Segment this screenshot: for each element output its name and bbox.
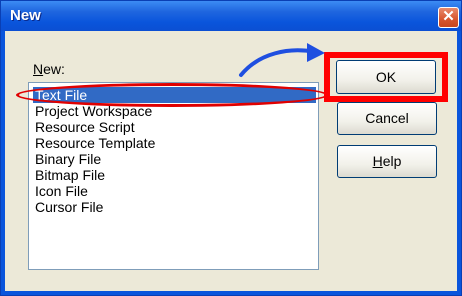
new-list-label-mnemonic: N xyxy=(33,61,44,77)
list-item-cursor-file[interactable]: Cursor File xyxy=(35,199,103,215)
window-frame-right xyxy=(457,31,461,295)
list-item-binary-file[interactable]: Binary File xyxy=(35,151,101,167)
cancel-button[interactable]: Cancel xyxy=(337,102,437,135)
help-button-rest: elp xyxy=(382,153,402,169)
help-button[interactable]: Help xyxy=(337,145,437,178)
close-icon: ✕ xyxy=(442,8,455,25)
close-button[interactable]: ✕ xyxy=(438,7,459,28)
file-type-list[interactable]: Text File Project Workspace Resource Scr… xyxy=(28,82,319,270)
ok-button[interactable]: OK xyxy=(336,60,436,94)
list-item-bitmap-file[interactable]: Bitmap File xyxy=(35,167,105,183)
new-list-label-rest: ew: xyxy=(43,61,65,77)
list-item-icon-file[interactable]: Icon File xyxy=(35,183,88,199)
new-list-label: New: xyxy=(33,61,65,77)
list-item-resource-script[interactable]: Resource Script xyxy=(35,119,135,135)
dialog-title: New xyxy=(10,7,41,24)
window-frame-left xyxy=(1,31,5,295)
annotation-ellipse-highlight xyxy=(16,83,328,107)
help-button-mnemonic: H xyxy=(372,153,383,169)
window-frame-bottom xyxy=(1,291,461,295)
list-item-resource-template[interactable]: Resource Template xyxy=(35,135,155,151)
annotation-arrow-icon xyxy=(239,43,325,77)
new-dialog: New ✕ New: Text File Project Workspace R… xyxy=(0,0,462,296)
title-bar[interactable]: New ✕ xyxy=(1,1,461,31)
